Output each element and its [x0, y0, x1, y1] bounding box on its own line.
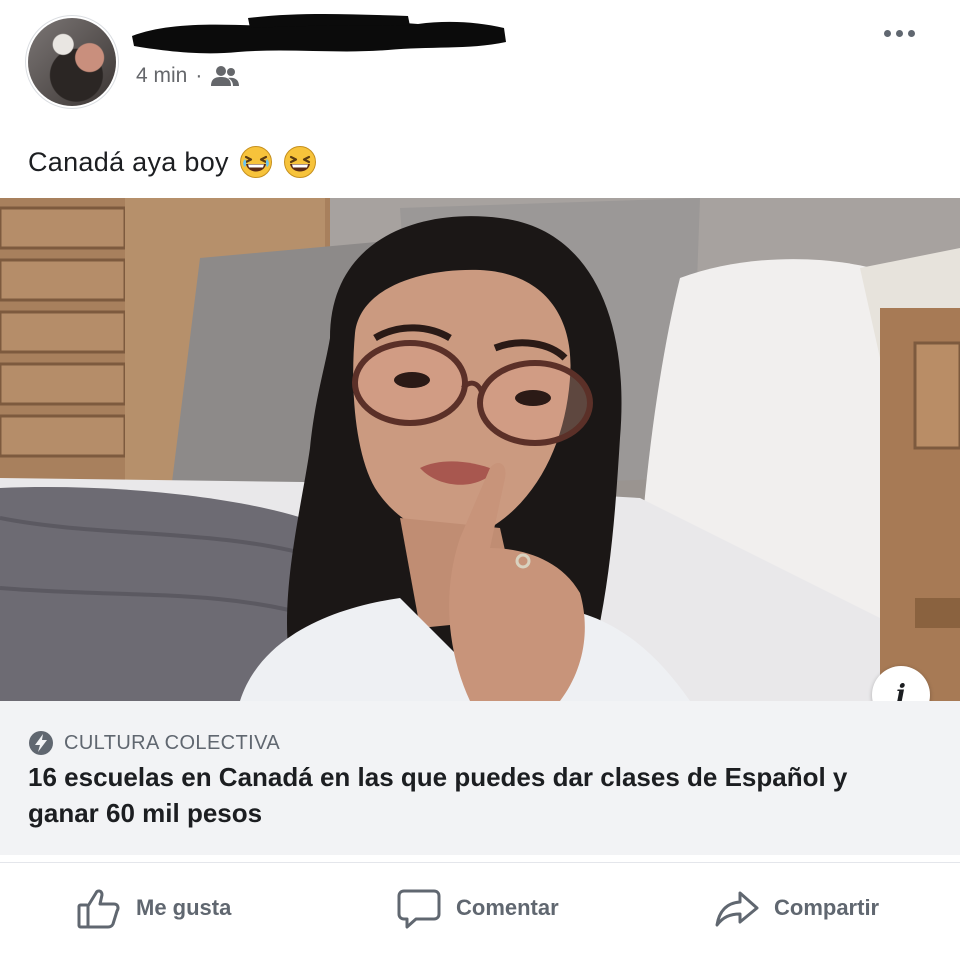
link-preview[interactable]: CULTURA COLECTIVA 16 escuelas en Canadá … — [0, 701, 960, 855]
speech-bubble-icon — [397, 889, 441, 929]
facebook-post: 4 min · Canadá aya boy i CULTURA COLECTI… — [0, 0, 960, 960]
redacted-author-name — [128, 12, 508, 58]
post-time[interactable]: 4 min — [136, 64, 187, 88]
grinning-squinting-face-icon — [239, 145, 273, 179]
friends-icon[interactable] — [210, 65, 240, 87]
share-button[interactable]: Compartir — [714, 883, 879, 933]
share-label: Compartir — [774, 895, 880, 920]
link-source: CULTURA COLECTIVA — [28, 729, 280, 757]
comment-label: Comentar — [456, 895, 559, 920]
grinning-squinting-face-icon — [283, 145, 317, 179]
post-meta: 4 min · — [136, 62, 240, 90]
more-options-icon[interactable] — [876, 18, 922, 48]
meta-separator: · — [195, 64, 203, 87]
post-header: 4 min · — [0, 0, 960, 120]
comment-button[interactable]: Comentar — [396, 883, 559, 933]
thumbs-up-icon — [77, 889, 120, 929]
link-preview-image[interactable] — [0, 198, 960, 701]
caption-text: Canadá aya boy — [28, 146, 229, 177]
share-arrow-icon — [715, 891, 759, 927]
like-button[interactable]: Me gusta — [76, 883, 231, 933]
avatar[interactable] — [28, 18, 116, 106]
post-caption: Canadá aya boy — [28, 140, 317, 184]
lightning-circle-icon — [28, 730, 54, 756]
link-headline[interactable]: 16 escuelas en Canadá en las que puedes … — [28, 759, 908, 831]
source-name: CULTURA COLECTIVA — [64, 731, 281, 754]
like-label: Me gusta — [136, 895, 232, 920]
post-actions: Me gusta Comentar Compartir — [0, 862, 960, 955]
